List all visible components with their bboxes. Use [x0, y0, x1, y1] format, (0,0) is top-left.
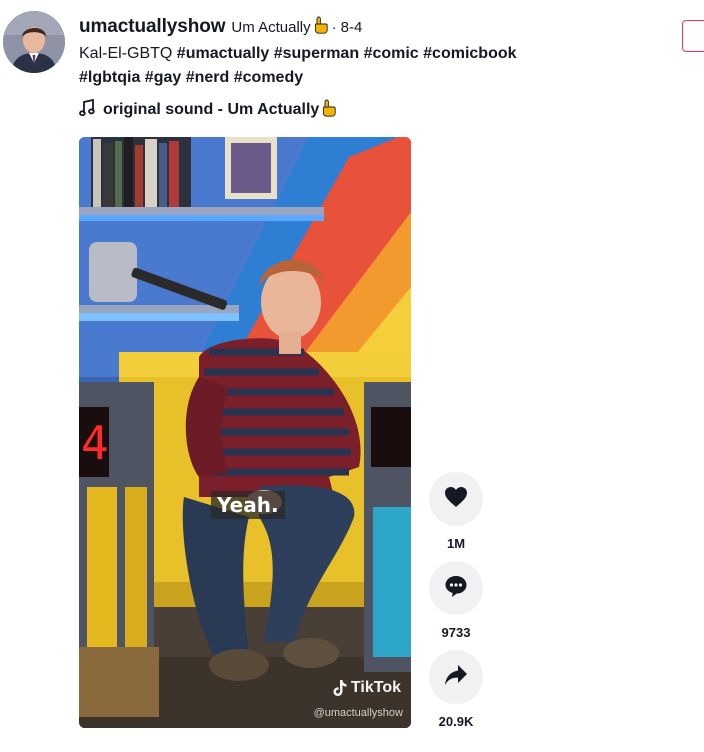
comment-icon [444, 574, 468, 603]
share-action: 20.9K [429, 650, 483, 729]
tiktok-logo-icon [333, 679, 347, 697]
video-caption: Kal-El-GBTQ #umactually #superman #comic… [79, 42, 599, 90]
like-button[interactable] [429, 472, 483, 526]
share-button[interactable] [429, 650, 483, 704]
hashtag-link[interactable]: #nerd [186, 69, 230, 86]
comment-action: 9733 [429, 561, 483, 640]
caption-text: Kal-El-GBTQ [79, 45, 173, 62]
pointing-hand-icon [322, 99, 336, 122]
tiktok-watermark: TikTok [333, 679, 401, 697]
video-player[interactable]: 4 Yeah. TikTok @umactuallyshow [79, 137, 411, 728]
hashtag-link[interactable]: #gay [145, 69, 181, 86]
pointing-hand-icon [314, 16, 328, 39]
watermark-handle: @umactuallyshow [313, 707, 403, 719]
hashtag-link[interactable]: #umactually [177, 45, 269, 62]
hashtag-link[interactable]: #comedy [234, 69, 303, 86]
author-username[interactable]: umactuallyshow [79, 16, 226, 38]
video-frame: 4 [79, 137, 411, 728]
share-count: 20.9K [438, 714, 474, 729]
tiktok-brand: TikTok [350, 679, 401, 696]
hashtag-link[interactable]: #lgbtqia [79, 69, 140, 86]
heart-icon [444, 486, 468, 513]
hashtag-link[interactable]: #comic [364, 45, 419, 62]
scoreboard-digit: 4 [81, 416, 109, 470]
comment-button[interactable] [429, 561, 483, 615]
video-subtitle: Yeah. [211, 491, 285, 519]
comment-count: 9733 [441, 625, 471, 640]
avatar[interactable] [3, 11, 65, 73]
hashtag-link[interactable]: #comicbook [423, 45, 516, 62]
date-separator: · [331, 18, 337, 36]
music-link[interactable]: original sound - Um Actually [79, 98, 336, 122]
hashtag-link[interactable]: #superman [274, 45, 359, 62]
share-icon [444, 664, 468, 691]
follow-button[interactable] [682, 20, 704, 52]
author-nickname[interactable]: Um Actually [231, 19, 310, 36]
like-count: 1M [446, 536, 466, 551]
author-line: umactuallyshow Um Actually · 8-4 [79, 15, 362, 39]
music-title: original sound - Um Actually [103, 101, 320, 118]
music-note-icon [79, 98, 95, 122]
post-date: 8-4 [340, 18, 363, 36]
like-action: 1M [429, 472, 483, 551]
